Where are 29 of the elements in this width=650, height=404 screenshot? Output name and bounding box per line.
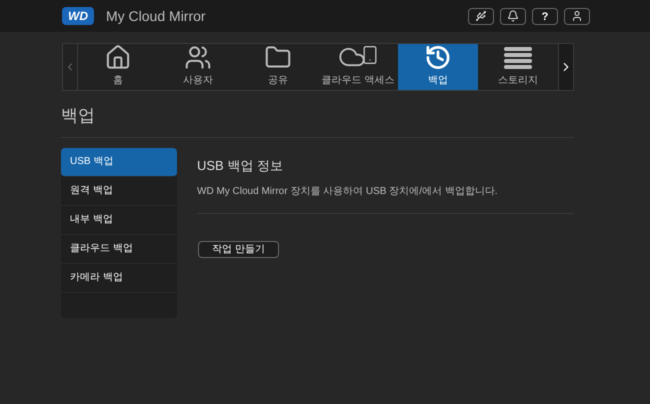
page-title: 백업 (61, 105, 96, 127)
usb-button[interactable] (468, 8, 494, 24)
create-job-button[interactable]: 작업 만들기 (198, 241, 279, 258)
nav-tab[interactable]: 백업 (398, 44, 478, 90)
description: WD My Cloud Mirror 장치를 사용하여 USB 장치에/에서 백업합니다. (197, 184, 574, 214)
nav-tab[interactable]: 클라우드 액세스 (318, 44, 398, 90)
section-title: USB 백업 정보 (197, 156, 284, 174)
sidebar-item[interactable]: 원격 백업 (61, 176, 177, 206)
help-button[interactable]: ? (532, 8, 558, 24)
scroll-right-button[interactable] (558, 44, 573, 90)
product-name: My Cloud Mirror (106, 6, 206, 26)
sidebar-item[interactable]: 내부 백업 (61, 206, 177, 234)
nav-tab[interactable]: 홈 (78, 44, 158, 90)
home-icon (104, 44, 132, 71)
sidebar-item[interactable]: 카메라 백업 (61, 264, 177, 292)
sidebar-item[interactable]: 클라우드 백업 (61, 234, 177, 264)
logo: WD (62, 7, 94, 25)
usb-icon (475, 10, 487, 22)
nav-tab[interactable]: 공유 (238, 44, 318, 90)
sidebar-item[interactable]: USB 백업 (61, 148, 177, 176)
nav-tab[interactable]: 스토리지 (478, 44, 558, 90)
user-icon (571, 10, 583, 22)
notifications-button[interactable] (500, 8, 526, 24)
bell-icon (507, 10, 519, 22)
storage-icon (503, 45, 533, 71)
user-button[interactable] (564, 8, 590, 24)
nav-tab[interactable]: 사용자 (158, 44, 238, 90)
history-icon (424, 44, 452, 71)
users-icon (184, 44, 212, 71)
